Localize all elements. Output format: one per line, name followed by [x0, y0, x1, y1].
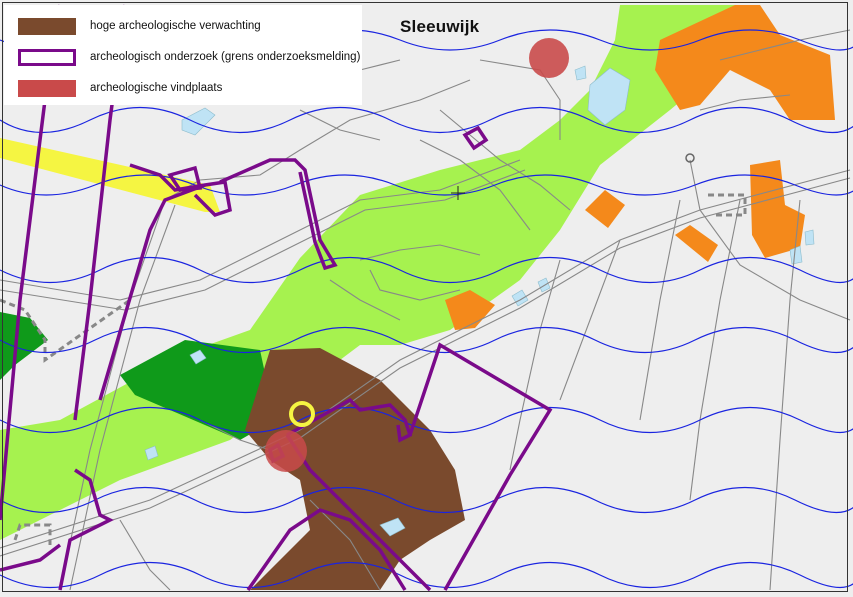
legend-label: hoge archeologische verwachting [90, 20, 261, 32]
legend-item-survey-boundary: archeologisch onderzoek (grens onderzoek… [18, 46, 360, 68]
legend-label: archeologisch onderzoek (grens onderzoek… [90, 51, 361, 63]
legend-label: archeologische vindplaats [90, 82, 223, 94]
archaeological-site-red-south [265, 430, 307, 472]
legend-item-find-spot: archeologische vindplaats [18, 77, 222, 99]
legend-swatch-purple-outline [18, 48, 76, 66]
legend-swatch-red [18, 79, 76, 97]
place-label-sleeuwijk: Sleeuwijk [400, 17, 480, 36]
legend-item-high-expectation: hoge archeologische verwachting [18, 15, 261, 37]
map-legend: hoge archeologische verwachting archeolo… [4, 5, 362, 105]
legend-swatch-brown [18, 17, 76, 35]
archaeological-site-red-north [529, 38, 569, 78]
